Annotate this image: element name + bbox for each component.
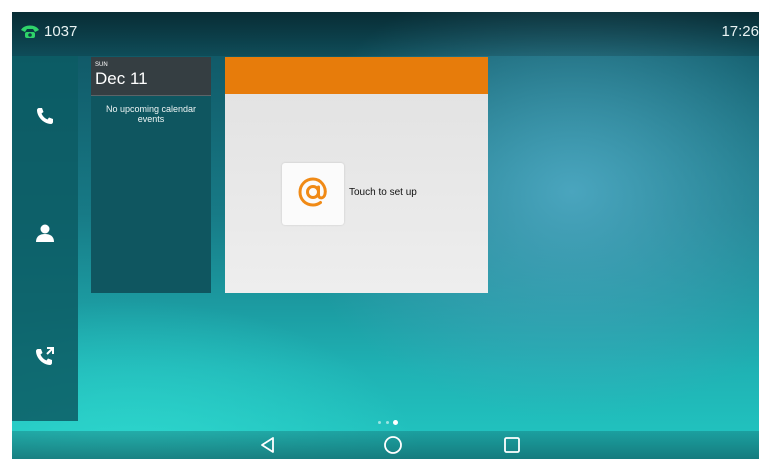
page-dot-active	[393, 420, 398, 425]
phone-line-icon	[20, 23, 40, 39]
email-widget-header	[225, 57, 488, 94]
email-setup-tile[interactable]	[282, 163, 344, 225]
recents-square-icon	[501, 437, 523, 459]
contact-icon	[34, 223, 56, 248]
email-widget[interactable]: Touch to set up	[225, 57, 488, 293]
status-bar: 1037 17:26	[12, 12, 759, 56]
dock-history-button[interactable]	[25, 339, 65, 379]
call-history-icon	[34, 346, 56, 373]
dock-directory-button[interactable]	[25, 215, 65, 255]
handset-icon	[35, 106, 55, 131]
email-setup-text[interactable]: Touch to set up	[349, 187, 417, 198]
back-button[interactable]	[257, 434, 279, 456]
dock-call-button[interactable]	[25, 98, 65, 138]
recents-button[interactable]	[501, 434, 523, 456]
clock-time: 17:26	[721, 23, 759, 40]
left-dock	[12, 56, 78, 421]
page-indicator	[378, 420, 408, 426]
calendar-day-of-week: SUN	[95, 62, 108, 68]
calendar-empty-message: No upcoming calendar events	[105, 104, 197, 124]
home-button[interactable]	[382, 434, 404, 456]
page-dot	[378, 421, 381, 424]
calendar-widget[interactable]: SUN Dec 11 No upcoming calendar events	[91, 57, 211, 293]
at-sign-icon	[295, 174, 331, 215]
calendar-header: SUN Dec 11	[91, 57, 211, 96]
phone-screen: 1037 17:26 SUN Dec 11 No upcoming calend…	[12, 12, 759, 459]
back-triangle-icon	[257, 437, 279, 459]
calendar-date: Dec 11	[95, 69, 148, 88]
account-extension[interactable]: 1037	[44, 23, 77, 40]
page-dot	[386, 421, 389, 424]
navigation-bar	[12, 431, 759, 459]
home-circle-icon	[382, 436, 404, 459]
